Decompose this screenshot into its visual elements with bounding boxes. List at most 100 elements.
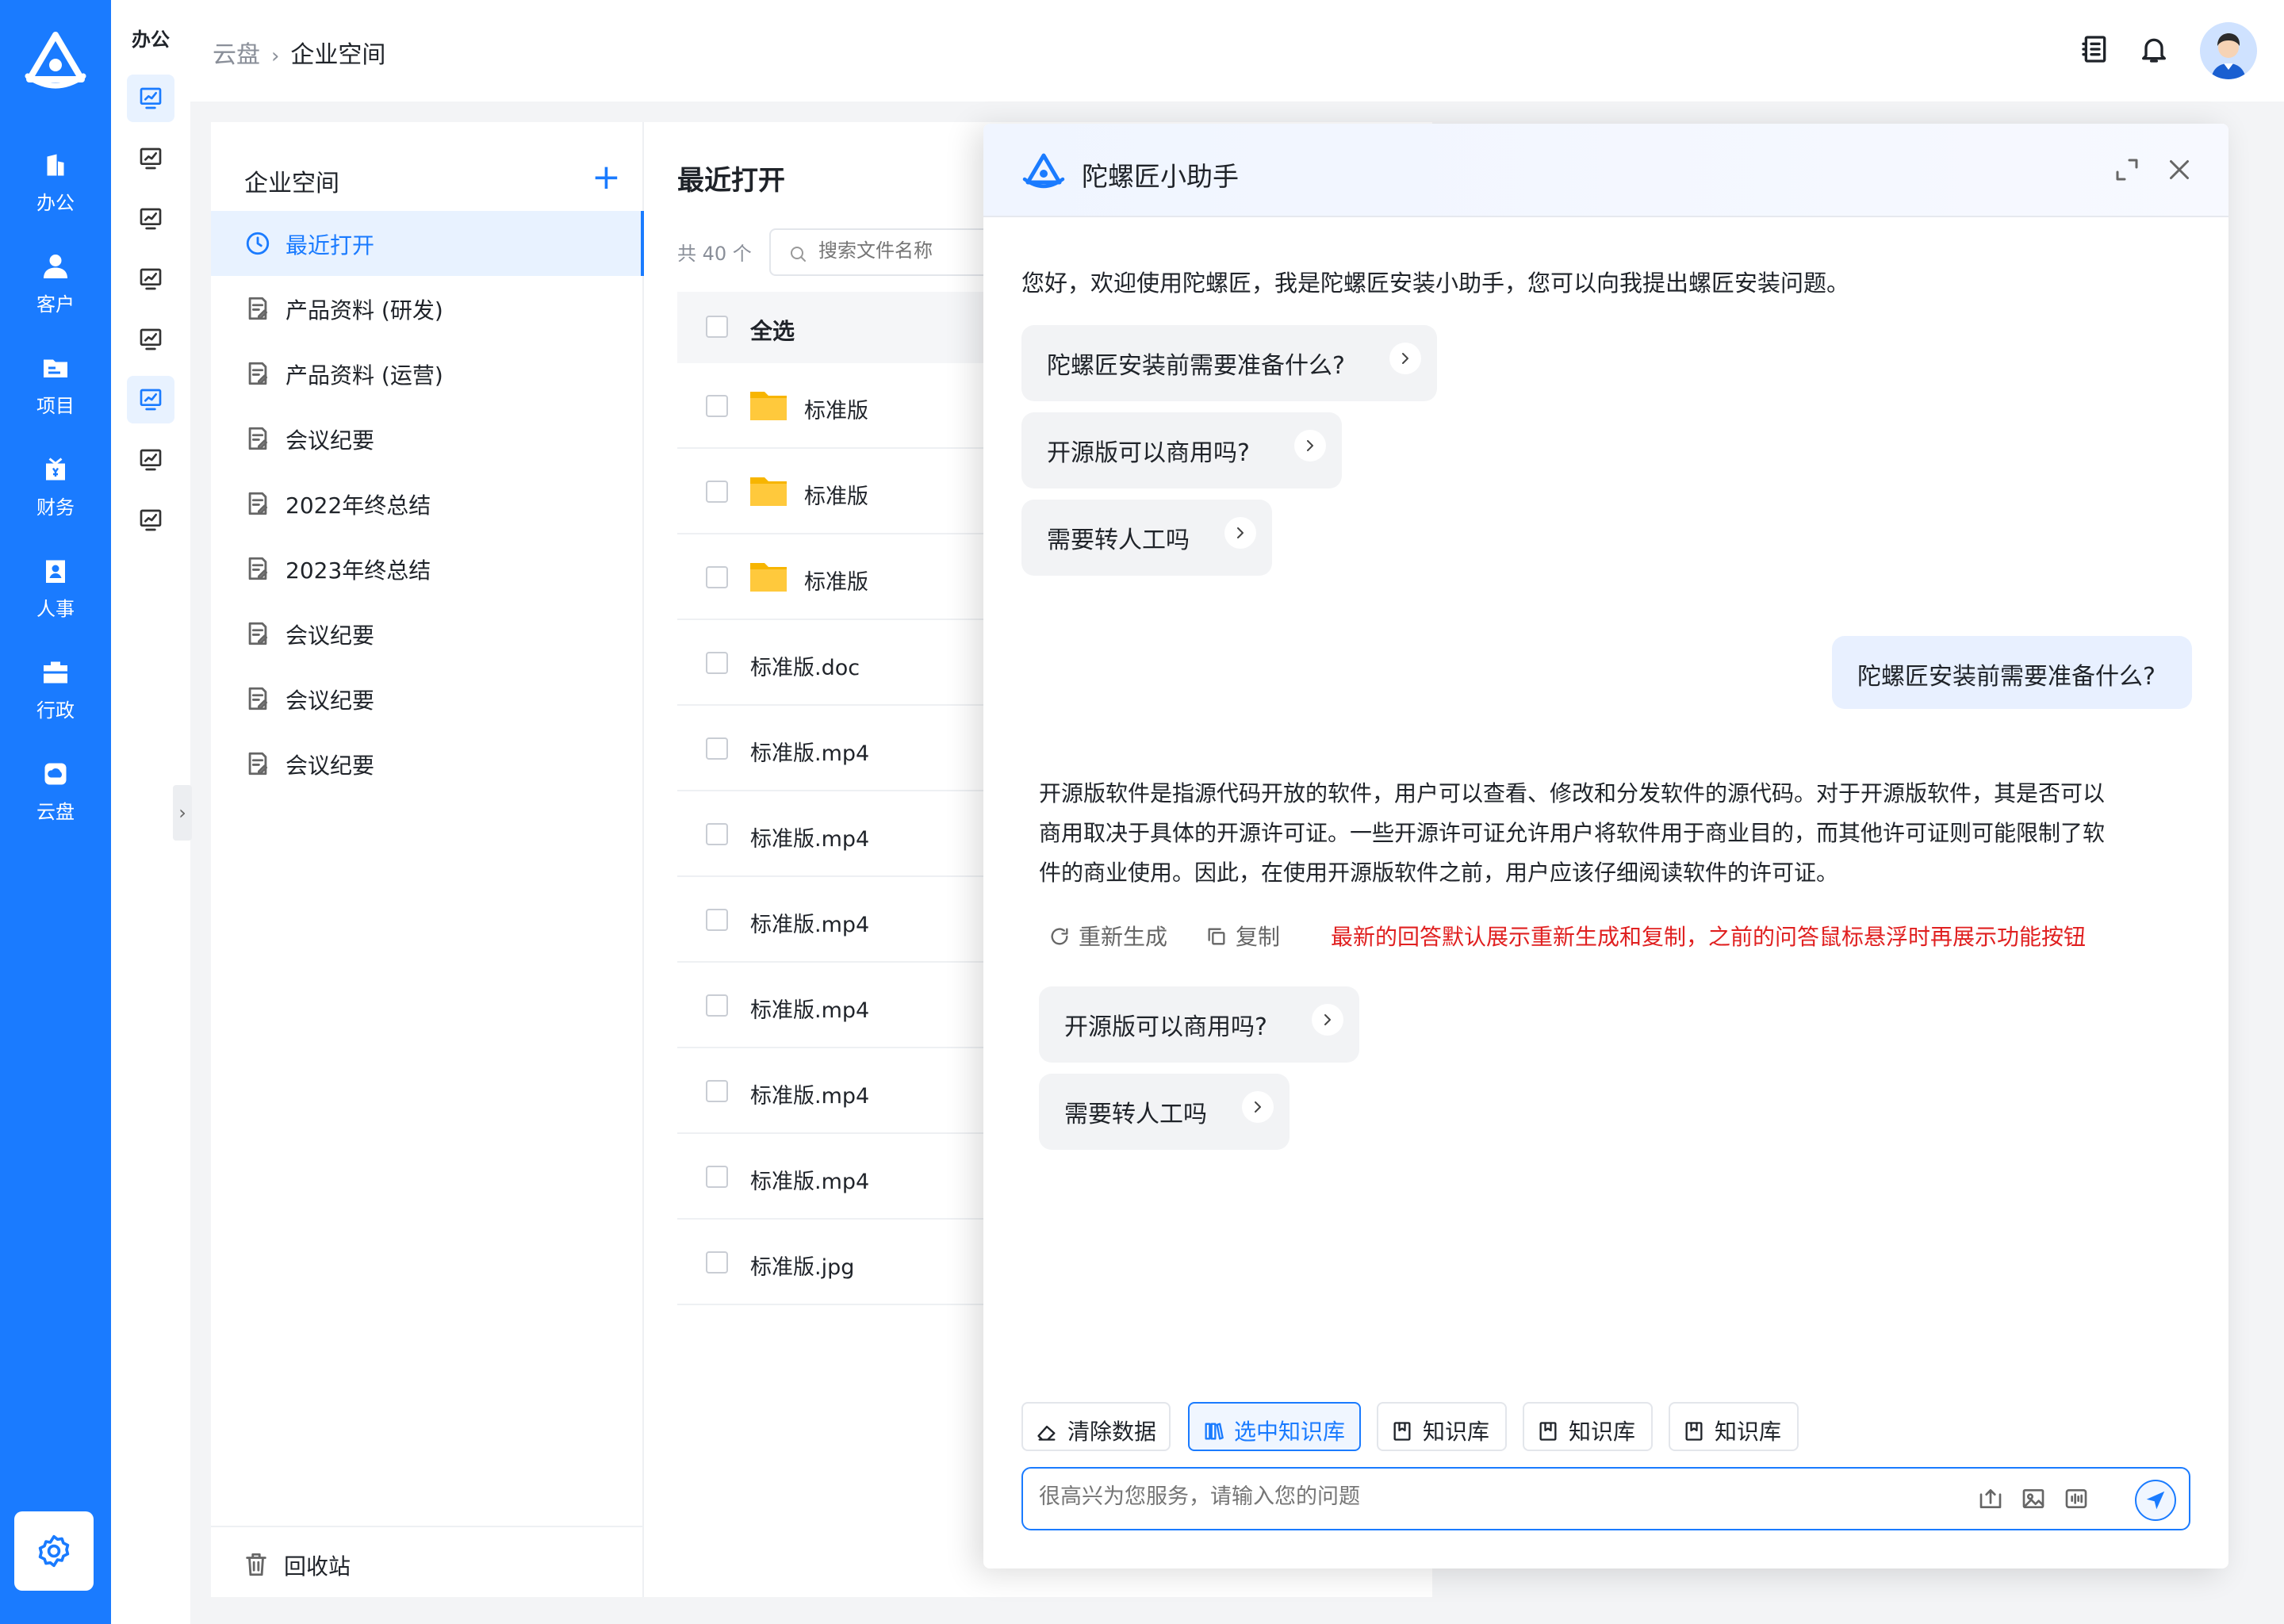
folder-item-label: 会议纪要 [286, 427, 375, 454]
folder-item-label: 产品资料 (研发) [286, 297, 443, 324]
send-button[interactable] [2135, 1480, 2176, 1521]
followup-chip[interactable]: 开源版可以商用吗? [1039, 986, 1359, 1063]
monitor-chart-icon [140, 208, 162, 230]
row-checkbox[interactable] [706, 1166, 728, 1188]
row-checkbox[interactable] [706, 395, 728, 417]
knowledge-base-button[interactable]: 知识库 [1669, 1402, 1799, 1451]
close-button[interactable] [2165, 155, 2197, 187]
quick-button-label: 知识库 [1569, 1419, 1636, 1445]
notification-button[interactable] [2138, 33, 2175, 70]
regenerate-label: 重新生成 [1079, 924, 1168, 950]
folder-item-label: 产品资料 (运营) [286, 362, 443, 389]
chevron-right-icon [1312, 1004, 1343, 1036]
clear-data-button[interactable]: 清除数据 [1021, 1402, 1171, 1451]
folder-item[interactable]: 2022年终总结 [211, 471, 644, 536]
subnav-item-6[interactable] [127, 376, 174, 423]
nav-item-label: 财务 [36, 496, 75, 519]
nav-item-office[interactable]: 办公 [0, 141, 111, 228]
chat-input[interactable] [1039, 1484, 1991, 1509]
assistant-chat-panel: 陀螺匠小助手 您好，欢迎使用陀螺匠，我是陀螺匠安装小助手，您可以向我提出螺匠安装… [983, 124, 2228, 1568]
selected-knowledge-base-button[interactable]: 选中知识库 [1188, 1402, 1361, 1451]
knowledge-base-button[interactable]: 知识库 [1523, 1402, 1653, 1451]
chevron-right-icon [1294, 430, 1326, 462]
followup-label: 开源版可以商用吗? [1064, 1013, 1267, 1041]
folder-item[interactable]: 会议纪要 [211, 406, 644, 471]
folder-item-label: 最近打开 [286, 232, 375, 259]
folder-item[interactable]: 2023年终总结 [211, 536, 644, 601]
row-checkbox[interactable] [706, 1251, 728, 1274]
select-all-checkbox[interactable] [706, 316, 728, 338]
copy-label: 复制 [1236, 924, 1281, 950]
monitor-chart-icon [140, 449, 162, 471]
regenerate-button[interactable]: 重新生成 [1048, 920, 1167, 952]
folder-item[interactable]: 会议纪要 [211, 601, 644, 666]
subnav-item-3[interactable] [127, 195, 174, 243]
chat-title: 陀螺匠小助手 [1082, 161, 1239, 192]
row-checkbox[interactable] [706, 737, 728, 760]
nav-item-project[interactable]: 项目 [0, 344, 111, 431]
avatar[interactable] [2200, 22, 2257, 79]
nav-item-customer[interactable]: 客户 [0, 243, 111, 330]
file-name: 标准版.mp4 [750, 998, 870, 1023]
refresh-icon [1051, 928, 1068, 945]
nav-item-cloud[interactable]: 云盘 [0, 750, 111, 837]
knowledge-base-button[interactable]: 知识库 [1377, 1402, 1507, 1451]
notes-button[interactable] [2079, 33, 2116, 70]
suggestion-chip[interactable]: 陀螺匠安装前需要准备什么? [1021, 325, 1437, 401]
close-icon [2170, 160, 2189, 179]
file-name: 标准版 [804, 485, 868, 509]
row-checkbox[interactable] [706, 823, 728, 845]
eraser-icon [1037, 1426, 1056, 1441]
upload-file-button[interactable] [1978, 1486, 2006, 1515]
top-bar: 云盘 › 企业空间 [190, 0, 2284, 102]
nav-item-label: 客户 [36, 293, 75, 316]
subnav-item-1[interactable] [127, 75, 174, 122]
nav-item-admin[interactable]: 行政 [0, 649, 111, 736]
file-name: 标准版 [804, 399, 868, 423]
row-checkbox[interactable] [706, 994, 728, 1017]
breadcrumb-root[interactable]: 云盘 [213, 41, 260, 69]
document-edit-icon [248, 752, 268, 776]
books-icon [1205, 1423, 1224, 1440]
suggestion-chip[interactable]: 开源版可以商用吗? [1021, 412, 1342, 488]
subnav-item-5[interactable] [127, 316, 174, 363]
suggestion-chip[interactable]: 需要转人工吗 [1021, 500, 1272, 576]
recycle-bin-item[interactable]: 回收站 [211, 1526, 644, 1597]
nav-item-personnel[interactable]: 人事 [0, 547, 111, 634]
chat-input-box[interactable] [1021, 1467, 2190, 1530]
expand-button[interactable] [2113, 155, 2144, 187]
row-checkbox[interactable] [706, 909, 728, 931]
subnav-item-2[interactable] [127, 135, 174, 182]
followup-chip[interactable]: 需要转人工吗 [1039, 1074, 1290, 1150]
row-checkbox[interactable] [706, 1080, 728, 1102]
quick-button-label: 选中知识库 [1234, 1419, 1346, 1445]
document-edit-icon [248, 557, 268, 580]
folder-item[interactable]: 产品资料 (运营) [211, 341, 644, 406]
sidebar-expand-handle[interactable]: › [173, 785, 192, 841]
search-icon [791, 247, 806, 262]
settings-button[interactable] [14, 1511, 94, 1591]
nav-item-finance[interactable]: 财务 [0, 446, 111, 533]
row-checkbox[interactable] [706, 652, 728, 674]
trash-icon [246, 1553, 266, 1576]
expand-icon [2116, 159, 2138, 181]
nav-item-label: 项目 [36, 395, 75, 417]
folder-item-recent[interactable]: 最近打开 [211, 211, 644, 276]
bookmark-icon [1685, 1422, 1703, 1441]
subnav-item-7[interactable] [127, 436, 174, 484]
add-folder-button[interactable]: + [592, 160, 621, 195]
upload-image-button[interactable] [2021, 1486, 2049, 1515]
folder-item[interactable]: 产品资料 (研发) [211, 276, 644, 341]
subnav-item-8[interactable] [127, 496, 174, 544]
row-checkbox[interactable] [706, 566, 728, 588]
select-all-label: 全选 [750, 318, 795, 344]
folder-item[interactable]: 会议纪要 [211, 731, 644, 796]
folder-item[interactable]: 会议纪要 [211, 666, 644, 731]
row-checkbox[interactable] [706, 481, 728, 503]
suggestion-label: 陀螺匠安装前需要准备什么? [1047, 352, 1345, 380]
nav-item-label: 办公 [36, 192, 75, 214]
voice-button[interactable] [2064, 1486, 2092, 1515]
copy-button[interactable]: 复制 [1205, 920, 1280, 952]
subnav-item-4[interactable] [127, 255, 174, 303]
folder-item-label: 会议纪要 [286, 688, 375, 714]
